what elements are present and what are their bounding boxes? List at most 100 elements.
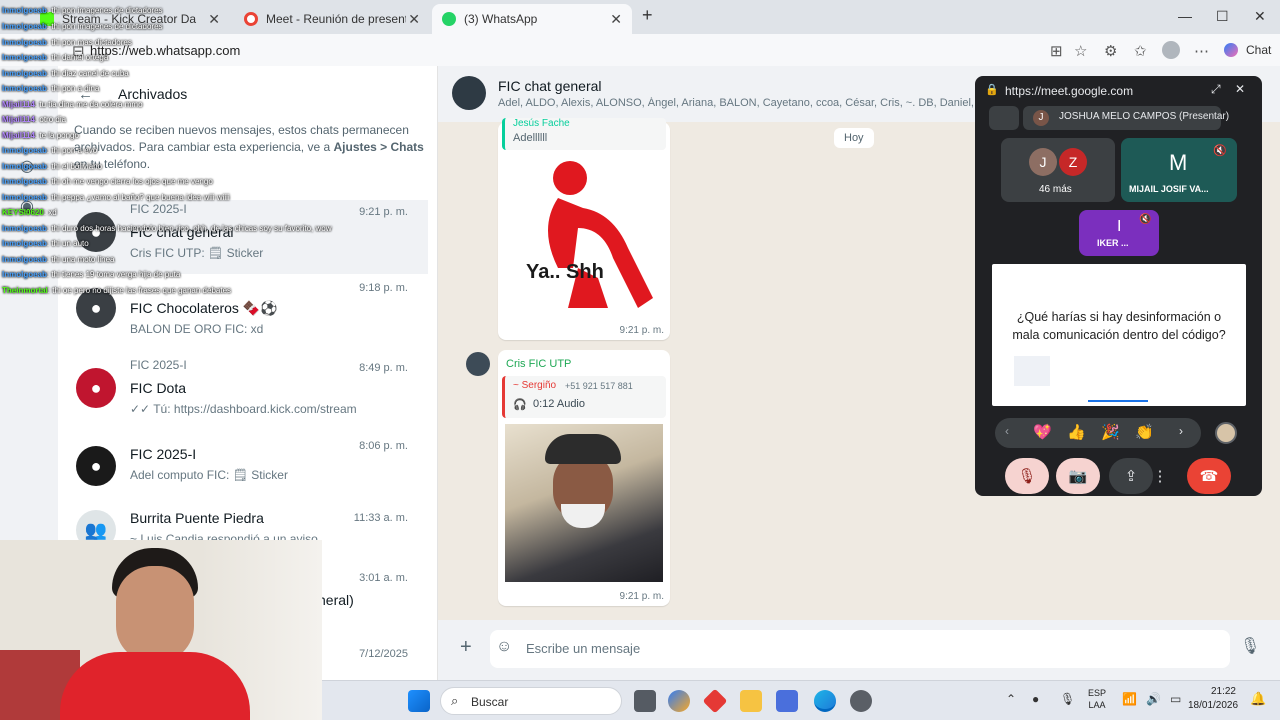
chatgpt-icon[interactable] <box>850 690 872 712</box>
presenter-bar: J JOSHUA MELO CAMPOS (Presentar) <box>1023 106 1229 130</box>
archived-title: Archivados <box>118 86 188 102</box>
close-icon[interactable]: ✕ <box>610 11 622 28</box>
close-icon[interactable]: ✕ <box>408 11 420 28</box>
date-divider: Hoy <box>834 128 874 148</box>
mic-tray-icon[interactable]: 🎙 <box>1060 692 1075 706</box>
meet-pip-window: 🔒 https://meet.google.com ⤢ ✕ J JOSHUA M… <box>975 76 1262 496</box>
tab-label: Stream - Kick Creator Da <box>62 12 197 26</box>
chevron-right-icon[interactable]: › <box>1179 424 1183 438</box>
chevron-left-icon[interactable]: ‹ <box>1005 424 1009 438</box>
message-input[interactable]: ☺ Escribe un mensaje <box>490 630 1230 668</box>
app-icon[interactable] <box>702 688 728 714</box>
status-icon[interactable]: ◎ <box>20 156 34 176</box>
copilot-icon <box>1224 43 1238 57</box>
maximize-button[interactable]: ☐ <box>1216 8 1229 25</box>
tab-label: (3) WhatsApp <box>464 12 538 26</box>
notification-icon[interactable]: 🔔 <box>1250 691 1266 707</box>
task-view-icon[interactable] <box>634 690 656 712</box>
tray-app-icon[interactable]: ● <box>1032 692 1039 706</box>
hangup-button[interactable]: ☎ <box>1187 458 1231 494</box>
archived-info: Cuando se reciben nuevos mensajes, estos… <box>74 123 424 171</box>
apps-icon[interactable]: ⊞ <box>1050 42 1063 60</box>
webcam-feed <box>0 540 322 720</box>
battery-icon[interactable]: ▭ <box>1170 692 1181 706</box>
edge-icon[interactable] <box>814 690 836 712</box>
new-tab-button[interactable]: + <box>642 5 653 26</box>
file-explorer-icon[interactable] <box>740 690 762 712</box>
profile-avatar[interactable] <box>1162 41 1180 59</box>
attach-plus-icon[interactable]: + <box>460 636 472 659</box>
mic-toggle-button[interactable]: 🎙 <box>1005 458 1049 494</box>
channels-icon[interactable]: ◉ <box>20 196 34 216</box>
windows-start-icon[interactable] <box>408 690 430 712</box>
chat-row[interactable]: ● FIC 2025-I FIC chat general Cris FIC U… <box>58 200 428 274</box>
message-bubble[interactable]: Cris FIC UTP ~ Sergiño +51 921 517 881 🎧… <box>498 350 670 606</box>
whatsapp-icon <box>442 12 456 26</box>
chat-row[interactable]: ● FIC 2025-I FIC Dota ✓✓ Tú: https://das… <box>58 356 428 430</box>
chat-row[interactable]: ● FIC 2025-I Adel computo FIC: 🗒 Sticker… <box>58 434 428 508</box>
more-icon[interactable]: ⋯ <box>1194 42 1209 60</box>
group-avatar[interactable] <box>452 76 486 110</box>
participants-tile[interactable]: J Z 46 más <box>1001 138 1115 202</box>
store-icon[interactable] <box>776 690 798 712</box>
photo-image[interactable] <box>505 424 663 582</box>
camera-toggle-button[interactable]: 📷 <box>1056 458 1100 494</box>
mic-off-icon: 🔇 <box>1139 214 1152 225</box>
chat-members: Adel, ALDO, Alexis, ALONSO, Ángel, Arian… <box>498 97 974 109</box>
close-icon[interactable]: ✕ <box>208 11 220 28</box>
message-time: 9:21 p. m. <box>619 591 664 602</box>
avatar: ● <box>76 212 116 252</box>
taskbar-search[interactable]: ⌕ Buscar <box>440 687 622 715</box>
browser-tab-bar: Stream - Kick Creator Da ✕ Meet - Reunió… <box>0 0 1280 34</box>
url-field[interactable]: https://web.whatsapp.com <box>90 43 240 58</box>
copilot-taskbar-icon[interactable] <box>668 690 690 712</box>
reaction-thumbs-up[interactable]: 👍 <box>1067 423 1086 441</box>
star-icon[interactable]: ☆ <box>1074 42 1087 60</box>
more-options-icon[interactable]: ⋮ <box>1153 458 1168 494</box>
avatar: ● <box>76 446 116 486</box>
expand-icon[interactable]: ⤢ <box>1211 82 1221 97</box>
reaction-party[interactable]: 🎉 <box>1101 423 1120 441</box>
tab-meet[interactable]: Meet - Reunión de presentaci ✕ <box>234 4 430 34</box>
mic-icon[interactable]: 🎙 <box>1240 636 1260 656</box>
pip-close-icon[interactable]: ✕ <box>1235 82 1245 96</box>
skin-tone-button[interactable] <box>1215 422 1237 444</box>
sticker-image[interactable]: Ya.. Shh <box>518 158 658 318</box>
wifi-icon[interactable]: 📶 <box>1122 692 1137 706</box>
quoted-message[interactable]: Jesús Fache Adellllll <box>502 118 666 150</box>
extensions-icon[interactable]: ⚙ <box>1104 42 1117 60</box>
participant-tile[interactable]: I 🔇 IKER ... <box>1079 210 1159 256</box>
kick-icon <box>40 12 54 26</box>
site-info-icon[interactable]: ⊟ <box>72 42 85 60</box>
tab-kick[interactable]: Stream - Kick Creator Da ✕ <box>30 4 230 34</box>
mic-off-icon: 🔇 <box>1213 145 1227 157</box>
sender-name: Cris FIC UTP <box>506 358 572 370</box>
quoted-message[interactable]: ~ Sergiño +51 921 517 881 🎧 0:12 Audio <box>502 376 666 418</box>
sticker-text: Ya.. Shh <box>526 261 604 283</box>
chevron-up-icon[interactable]: ⌃ <box>1006 692 1016 706</box>
avatar: ● <box>76 368 116 408</box>
window-close-button[interactable]: ✕ <box>1254 8 1266 25</box>
volume-icon[interactable]: 🔊 <box>1146 692 1161 706</box>
headphones-icon: 🎧 <box>513 399 527 411</box>
message-bubble[interactable]: Jesús Fache Adellllll Ya.. Shh 9:21 p. m… <box>498 118 670 340</box>
chat-button[interactable]: Chat <box>1246 43 1271 57</box>
favorites-icon[interactable]: ✩ <box>1134 42 1147 60</box>
eye-icon[interactable] <box>989 106 1019 130</box>
clock[interactable]: 21:22 18/01/2026 <box>1188 685 1238 713</box>
language-indicator[interactable]: ESP LAA <box>1088 687 1106 711</box>
minimize-button[interactable]: — <box>1178 8 1192 24</box>
emoji-icon[interactable]: ☺ <box>496 638 512 656</box>
participant-tile[interactable]: M 🔇 MIJAIL JOSIF VA... <box>1121 138 1237 202</box>
slide-text: ¿Qué harías si hay desinformación o mala… <box>1012 310 1226 342</box>
search-icon: ⌕ <box>451 693 459 708</box>
meet-icon <box>244 12 258 26</box>
chat-row[interactable]: ● FIC Chocolateros 🍫⚽ BALON DE ORO FIC: … <box>58 276 428 350</box>
back-arrow-icon[interactable]: ← <box>78 86 93 103</box>
present-button[interactable]: ⇪ <box>1109 458 1153 494</box>
reaction-clap[interactable]: 👏 <box>1135 423 1154 441</box>
sender-avatar[interactable] <box>466 352 490 376</box>
lock-icon: 🔒 <box>985 84 999 96</box>
tab-whatsapp[interactable]: (3) WhatsApp ✕ <box>432 4 632 34</box>
reaction-heart[interactable]: 💖 <box>1033 423 1052 441</box>
